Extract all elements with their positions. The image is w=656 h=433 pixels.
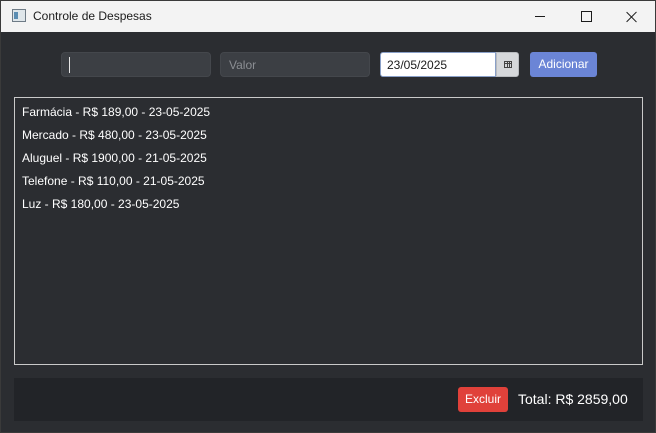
close-icon: [626, 11, 638, 23]
description-input[interactable]: [61, 52, 211, 77]
minimize-icon: [535, 16, 545, 17]
list-item[interactable]: Mercado - R$ 480,00 - 23-05-2025: [15, 124, 642, 147]
maximize-button[interactable]: [563, 1, 609, 32]
list-item[interactable]: Farmácia - R$ 189,00 - 23-05-2025: [15, 101, 642, 124]
expense-list[interactable]: Farmácia - R$ 189,00 - 23-05-2025 Mercad…: [14, 97, 643, 365]
footer-bar: Excluir Total: R$ 2859,00: [14, 378, 643, 421]
maximize-icon: [580, 11, 592, 22]
text-caret: [69, 57, 70, 73]
close-button[interactable]: [609, 1, 655, 32]
app-window: Controle de Despesas Valor 23/05/2025 Ad…: [0, 0, 656, 433]
app-window-icon: [12, 9, 26, 22]
date-picker-button[interactable]: [496, 52, 519, 77]
calendar-icon: [503, 61, 512, 68]
total-label: Total: R$ 2859,00: [518, 391, 628, 407]
delete-button[interactable]: Excluir: [458, 387, 508, 412]
date-input[interactable]: 23/05/2025: [380, 52, 496, 77]
value-input[interactable]: Valor: [220, 52, 370, 77]
title-bar[interactable]: Controle de Despesas: [1, 1, 655, 32]
minimize-button[interactable]: [517, 1, 563, 32]
list-item[interactable]: Luz - R$ 180,00 - 23-05-2025: [15, 193, 642, 216]
list-item[interactable]: Aluguel - R$ 1900,00 - 21-05-2025: [15, 147, 642, 170]
add-button[interactable]: Adicionar: [530, 52, 597, 77]
window-title: Controle de Despesas: [33, 9, 152, 23]
list-item[interactable]: Telefone - R$ 110,00 - 21-05-2025: [15, 170, 642, 193]
